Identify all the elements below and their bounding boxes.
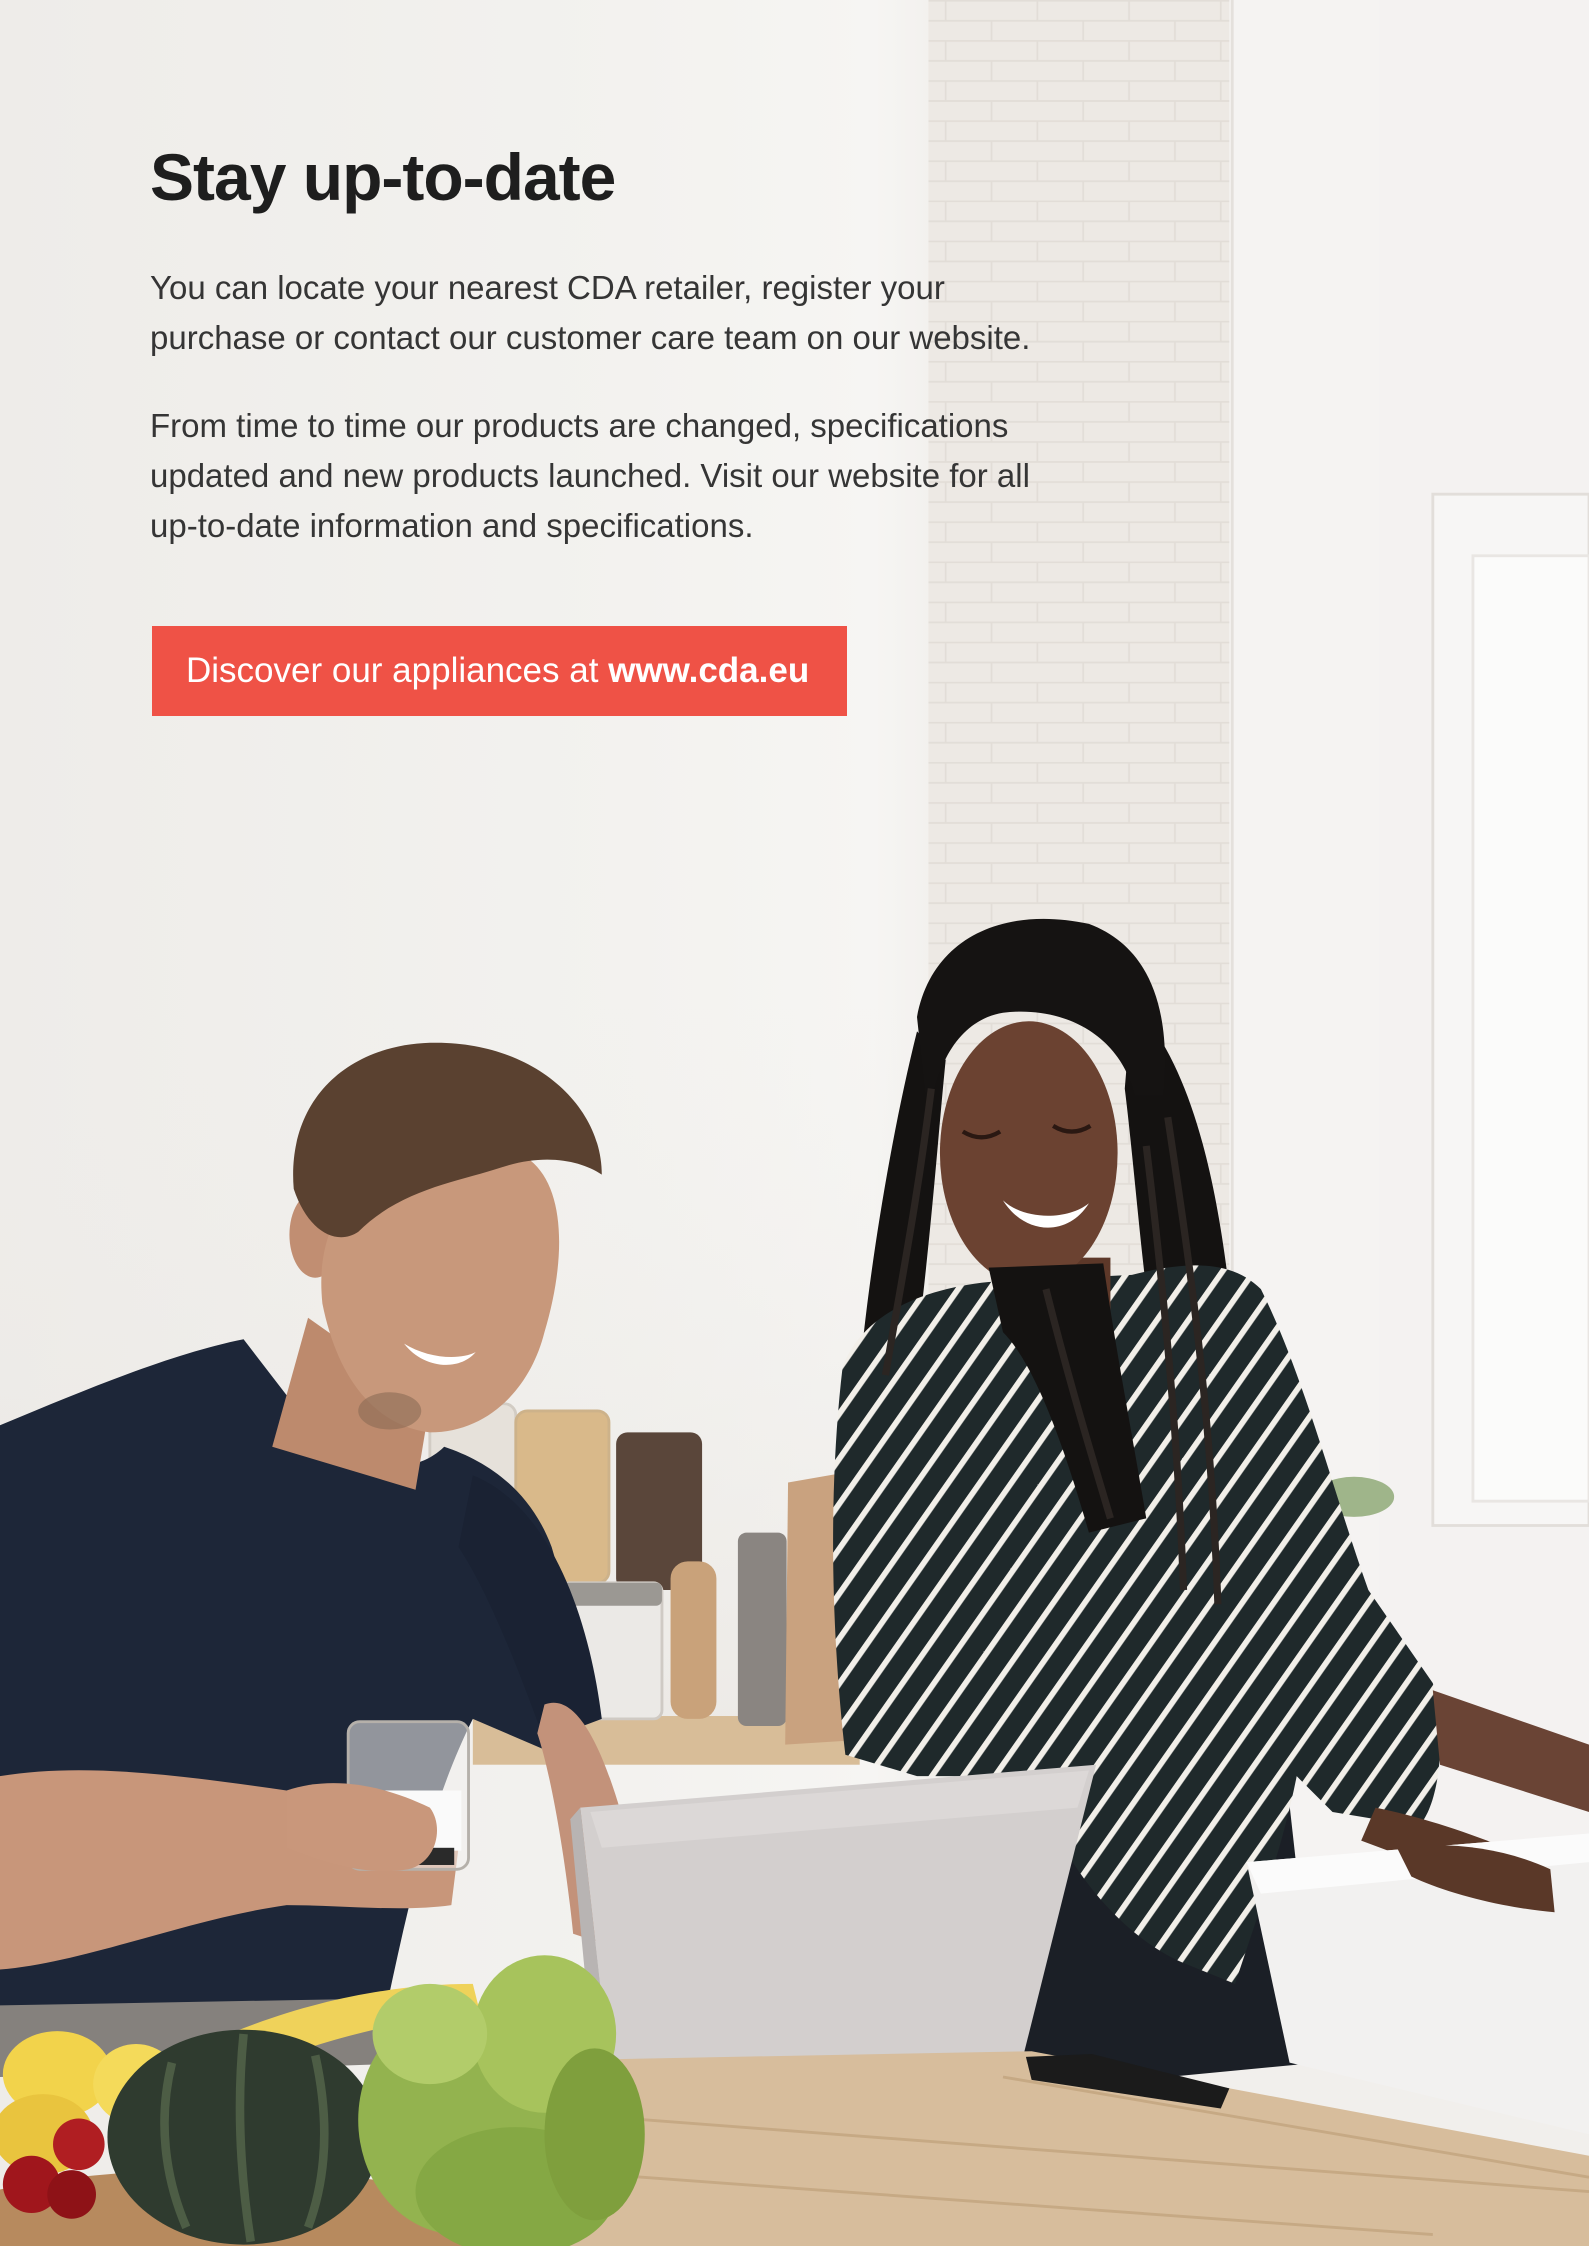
- discover-appliances-button[interactable]: Discover our appliances at www.cda.eu: [152, 626, 847, 716]
- lettuce-4: [372, 1983, 488, 2085]
- page-title: Stay up-to-date: [150, 140, 616, 214]
- cta-label: Discover our appliances at: [186, 651, 599, 690]
- canister-lid: [561, 1582, 662, 1606]
- website-link[interactable]: www.cda.eu: [608, 651, 809, 691]
- tomato-2: [53, 2118, 105, 2171]
- lettuce-5: [544, 2048, 645, 2221]
- woman-face: [939, 1021, 1118, 1285]
- updates-paragraph: From time to time our products are chang…: [150, 407, 1030, 544]
- tomato-3: [47, 2170, 96, 2219]
- steel-bottle: [737, 1532, 787, 1727]
- pepper-mill: [670, 1561, 717, 1719]
- man-goatee: [358, 1392, 422, 1430]
- intro-paragraph: You can locate your nearest CDA retailer…: [150, 269, 1031, 356]
- window-pane: [1471, 554, 1589, 1503]
